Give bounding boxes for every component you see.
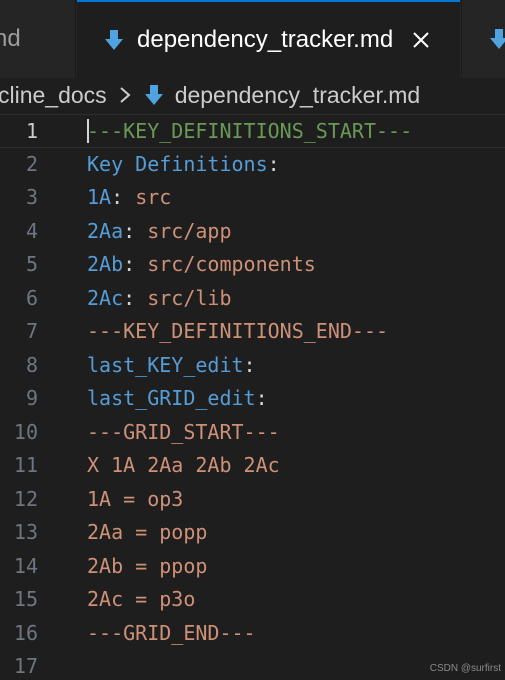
line-number: 3: [25, 185, 38, 209]
code-token: 1A = op3: [87, 486, 184, 511]
code-token: last_KEY_edit: [87, 352, 244, 377]
code-text: last_KEY_edit:: [87, 349, 256, 383]
line-number: 4: [25, 218, 38, 243]
code-line[interactable]: 5 2Ab: src/components: [0, 248, 505, 282]
code-line[interactable]: 10 ---GRID_START---: [0, 416, 505, 450]
code-line[interactable]: 7 ---KEY_DEFINITIONS_END---: [0, 315, 505, 349]
code-text: 2Ac = p3o: [87, 583, 195, 617]
breadcrumb-folder[interactable]: cline_docs: [0, 82, 107, 109]
code-token: ---GRID_START---: [87, 419, 280, 444]
close-icon[interactable]: [411, 30, 431, 50]
code-token: ---GRID_END---: [87, 620, 256, 645]
code-line[interactable]: 12 1A = op3: [0, 483, 505, 517]
code-token: 2Ab: [87, 252, 124, 276]
line-number: 11: [13, 453, 38, 477]
code-token: :: [123, 285, 148, 310]
code-text: Key Definitions:: [87, 148, 280, 182]
line-number: 12: [13, 486, 38, 511]
line-number: 16: [13, 620, 38, 645]
code-line[interactable]: 6 2Ac: src/lib: [0, 282, 505, 316]
code-line[interactable]: 8 last_KEY_edit:: [0, 349, 505, 383]
code-line[interactable]: 13 2Aa = popp: [0, 516, 505, 550]
code-token: :: [243, 352, 256, 377]
tab-bar: nd dependency_tracker.md: [0, 0, 505, 79]
chevron-right-icon: [117, 85, 133, 105]
code-text: ---GRID_END---: [87, 617, 256, 651]
line-number: 8: [25, 352, 38, 377]
line-number: 14: [13, 553, 38, 578]
breadcrumb-file-label: dependency_tracker.md: [174, 81, 421, 108]
code-token: :: [255, 386, 268, 410]
code-token: ---KEY_DEFINITIONS_END---: [87, 319, 389, 343]
text-cursor: [87, 118, 89, 143]
code-token: src/app: [147, 218, 232, 243]
code-text: 2Aa = popp: [87, 516, 207, 550]
code-token: src/components: [147, 252, 316, 276]
line-number: 10: [13, 419, 38, 444]
code-editor[interactable]: 1 ---KEY_DEFINITIONS_START--- 2 Key Definit…: [0, 114, 505, 680]
code-token: 2Ab = ppop: [87, 553, 208, 578]
line-number: 13: [13, 520, 38, 544]
line-number: 2: [25, 151, 38, 176]
code-text: 2Aa: src/app: [87, 215, 232, 249]
code-token: last_GRID_edit: [87, 386, 256, 410]
line-number: 15: [13, 587, 38, 611]
code-line[interactable]: 16 ---GRID_END---: [0, 617, 505, 651]
code-text: 2Ab = ppop: [87, 550, 207, 584]
markdown-file-icon: [103, 28, 125, 52]
code-token: :: [123, 252, 148, 276]
code-text: ---KEY_DEFINITIONS_START---: [87, 115, 412, 149]
code-line[interactable]: 11 X 1A 2Aa 2Ab 2Ac: [0, 449, 505, 483]
tab-previous[interactable]: nd: [0, 0, 76, 78]
code-text: 2Ac: src/lib: [87, 282, 232, 316]
code-token: src/lib: [147, 285, 232, 310]
code-token: 2Ac = p3o: [87, 587, 196, 611]
code-text: X 1A 2Aa 2Ab 2Ac: [87, 449, 280, 483]
code-token: 2Aa = popp: [87, 520, 208, 544]
code-text: ---GRID_START---: [87, 416, 280, 450]
breadcrumb-file[interactable]: dependency_tracker.md: [143, 81, 421, 109]
code-line[interactable]: 15 2Ac = p3o: [0, 583, 505, 617]
code-token: 1A: [87, 185, 112, 209]
markdown-file-icon: [143, 83, 165, 107]
line-number: 17: [13, 654, 38, 678]
code-line[interactable]: 14 2Ab = ppop: [0, 550, 505, 584]
code-token: Key Definitions: [87, 151, 268, 176]
tab-previous-label: nd: [0, 25, 21, 52]
tab-next[interactable]: [461, 0, 505, 78]
code-line[interactable]: 4 2Aa: src/app: [0, 215, 505, 249]
watermark: CSDN @surfirst: [429, 663, 501, 674]
code-token: 2Aa: [87, 218, 124, 243]
code-token: ---KEY_DEFINITIONS_START---: [87, 119, 413, 143]
code-token: :: [111, 185, 136, 209]
breadcrumb: cline_docs dependency_tracker.md: [0, 78, 505, 112]
tab-dependency-tracker[interactable]: dependency_tracker.md: [77, 0, 460, 78]
code-token: :: [267, 151, 280, 176]
code-text: ---KEY_DEFINITIONS_END---: [87, 315, 388, 349]
code-text: last_GRID_edit:: [87, 382, 268, 416]
line-number: 7: [25, 319, 38, 343]
code-token: 2Ac: [87, 285, 124, 310]
code-line[interactable]: 3 1A: src: [0, 181, 505, 215]
code-token: X 1A 2Aa 2Ab 2Ac: [87, 453, 280, 477]
code-text: 1A: src: [87, 181, 171, 215]
tab-active-label: dependency_tracker.md: [137, 26, 394, 53]
line-number: 5: [25, 252, 38, 276]
code-token: src: [135, 185, 172, 209]
markdown-file-icon: [488, 27, 505, 51]
code-token: :: [123, 218, 148, 243]
line-number: 1: [25, 119, 38, 143]
code-text: 1A = op3: [87, 483, 183, 517]
vscode-editor-window: nd dependency_tracker.md cline_docs depe…: [0, 0, 505, 680]
code-text: 2Ab: src/components: [87, 248, 316, 282]
line-number: 6: [25, 285, 38, 310]
code-line[interactable]: 1 ---KEY_DEFINITIONS_START---: [0, 114, 505, 148]
line-number: 9: [25, 386, 38, 410]
code-line[interactable]: 9 last_GRID_edit:: [0, 382, 505, 416]
code-line[interactable]: 2 Key Definitions:: [0, 148, 505, 182]
